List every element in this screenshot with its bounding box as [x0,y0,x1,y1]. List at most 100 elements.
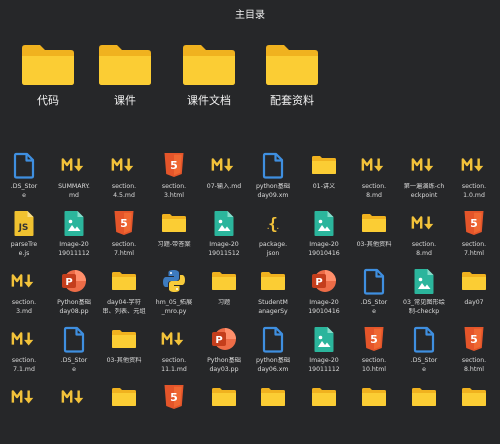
svg-text:P: P [215,335,222,346]
markdown-icon [361,150,387,180]
file-item[interactable]: Image-20 19010416 [299,208,349,270]
file-name-line: md [69,191,79,199]
file-item[interactable]: StudentM anagerSy [248,266,298,328]
folder-icon [266,45,318,85]
file-item[interactable]: day04-字符 串、列表、元组 [99,266,149,328]
file-item[interactable]: python基础 day06.xm [248,324,298,386]
page-title: 主目录 [235,10,265,21]
file-name-line: 制-checkp [408,307,440,315]
file-name-line: day08.pp [59,307,89,315]
file-name-line: 1.0.md [463,191,485,199]
file-item[interactable]: .DS_Stor e [0,150,49,212]
html5-icon: 5 [161,150,187,180]
python-icon [161,266,187,296]
file-item[interactable]: 5 section. 3.html [149,150,199,212]
file-name-line: package. [258,241,288,248]
file-item[interactable]: section. 4.5.md [99,150,149,212]
folder-icon [260,266,286,296]
file-item[interactable]: Image-20 19011112 [299,324,349,386]
file-item[interactable] [248,382,298,444]
file-item[interactable]: P Python基础 day08.pp [49,266,99,328]
file-name-line: Image-20 [209,241,239,248]
file-item[interactable] [0,382,49,444]
file-item[interactable]: day07 [449,266,499,328]
file-item[interactable] [349,382,399,444]
file-item[interactable]: 5 section. 10.html [349,324,399,386]
file-name-line: 3.md [16,307,32,315]
file-item[interactable]: section. 11.1.md [149,324,199,386]
file-item[interactable]: 01-讲义 [299,150,349,212]
file-item[interactable] [199,382,249,444]
html5-icon: 5 [461,208,487,238]
file-item[interactable]: .DS_Stor e [349,266,399,328]
file-item[interactable]: 习题 [199,266,249,328]
folder-courseware-docs[interactable]: 课件文档 [174,44,244,108]
file-item[interactable]: P Python基础 day03.pp [199,324,249,386]
file-item[interactable] [49,382,99,444]
file-item[interactable]: {... package. json [248,208,298,270]
file-item[interactable]: .DS_Stor e [49,324,99,386]
image-icon [61,208,87,238]
file-name-line: e [22,191,26,199]
file-item[interactable]: 03-其他资料 [99,324,149,386]
html5-icon: 5 [361,324,387,354]
file-name-line: 串、列表、元组 [102,307,146,315]
folder-icon [311,382,337,412]
file-name-line: 07-输入.md [206,183,242,190]
file-item[interactable]: section. 7.1.md [0,324,49,386]
file-name-line: section. [161,357,187,364]
file-item[interactable]: section. 8.md [399,208,449,270]
file-item[interactable] [299,382,349,444]
file-name-line: 19010416 [308,307,340,315]
file-item[interactable]: .DS_Stor e [399,324,449,386]
file-item[interactable] [449,382,499,444]
file-item[interactable]: 5 section. 7.html [449,208,499,270]
file-item[interactable]: Image-20 19011512 [199,208,249,270]
file-item[interactable]: 5 section. 7.html [99,208,149,270]
file-name-line: Python基础 [57,299,91,306]
html5-icon: 5 [111,208,137,238]
folder-courseware[interactable]: 课件 [90,44,160,108]
markdown-icon [161,324,187,354]
file-item[interactable]: section. 1.0.md [449,150,499,212]
file-item[interactable]: 5 section. 8.html [449,324,499,386]
file-item[interactable]: 07-输入.md [199,150,249,212]
file-name-line: 19011112 [58,249,90,257]
powerpoint-icon: P [211,324,237,354]
file-name-line: 7.html [464,249,484,257]
file-item[interactable]: 第一遍演练-ch eckpoint [399,150,449,212]
file-item[interactable]: 5 [149,382,199,444]
file-item[interactable]: 03_常见图形绘 制-checkp [399,266,449,328]
file-item[interactable]: P Image-20 19010416 [299,266,349,328]
folder-icon [311,150,337,180]
file-name-line: section. [461,241,487,248]
folder-icon [111,266,137,296]
file-item[interactable]: section. 8.md [349,150,399,212]
document-icon [260,150,286,180]
file-name-line: .DS_Stor [60,357,88,364]
file-item[interactable]: 03-其他资料 [349,208,399,270]
file-name-line: e [422,365,426,373]
file-name-line: 03_常见图形绘 [403,299,445,306]
file-item[interactable] [399,382,449,444]
file-name-line: StudentM [258,299,288,306]
file-item[interactable]: hm_05_拓展 _mro.py [149,266,199,328]
folder-icon [99,45,151,85]
file-item[interactable]: JS parseTre e.js [0,208,49,270]
svg-text:JS: JS [18,223,29,233]
file-item[interactable]: python基础 day09.xm [248,150,298,212]
file-item[interactable]: SUMMARY. md [49,150,99,212]
file-name-line: 习题 [217,299,231,306]
file-item[interactable]: section. 3.md [0,266,49,328]
file-name-line: Image-20 [59,241,89,248]
file-item[interactable]: 习题-带答案 [149,208,199,270]
file-item[interactable]: Image-20 19011112 [49,208,99,270]
file-item[interactable] [99,382,149,444]
markdown-icon [61,150,87,180]
folder-supporting-materials[interactable]: 配套资料 [257,44,327,108]
file-name-line: Python基础 [207,357,241,364]
file-name-line: e.js [18,249,30,257]
file-name-line: 19011512 [208,249,240,257]
folder-code[interactable]: 代码 [13,44,83,108]
file-name-line: 01-讲义 [312,183,336,190]
